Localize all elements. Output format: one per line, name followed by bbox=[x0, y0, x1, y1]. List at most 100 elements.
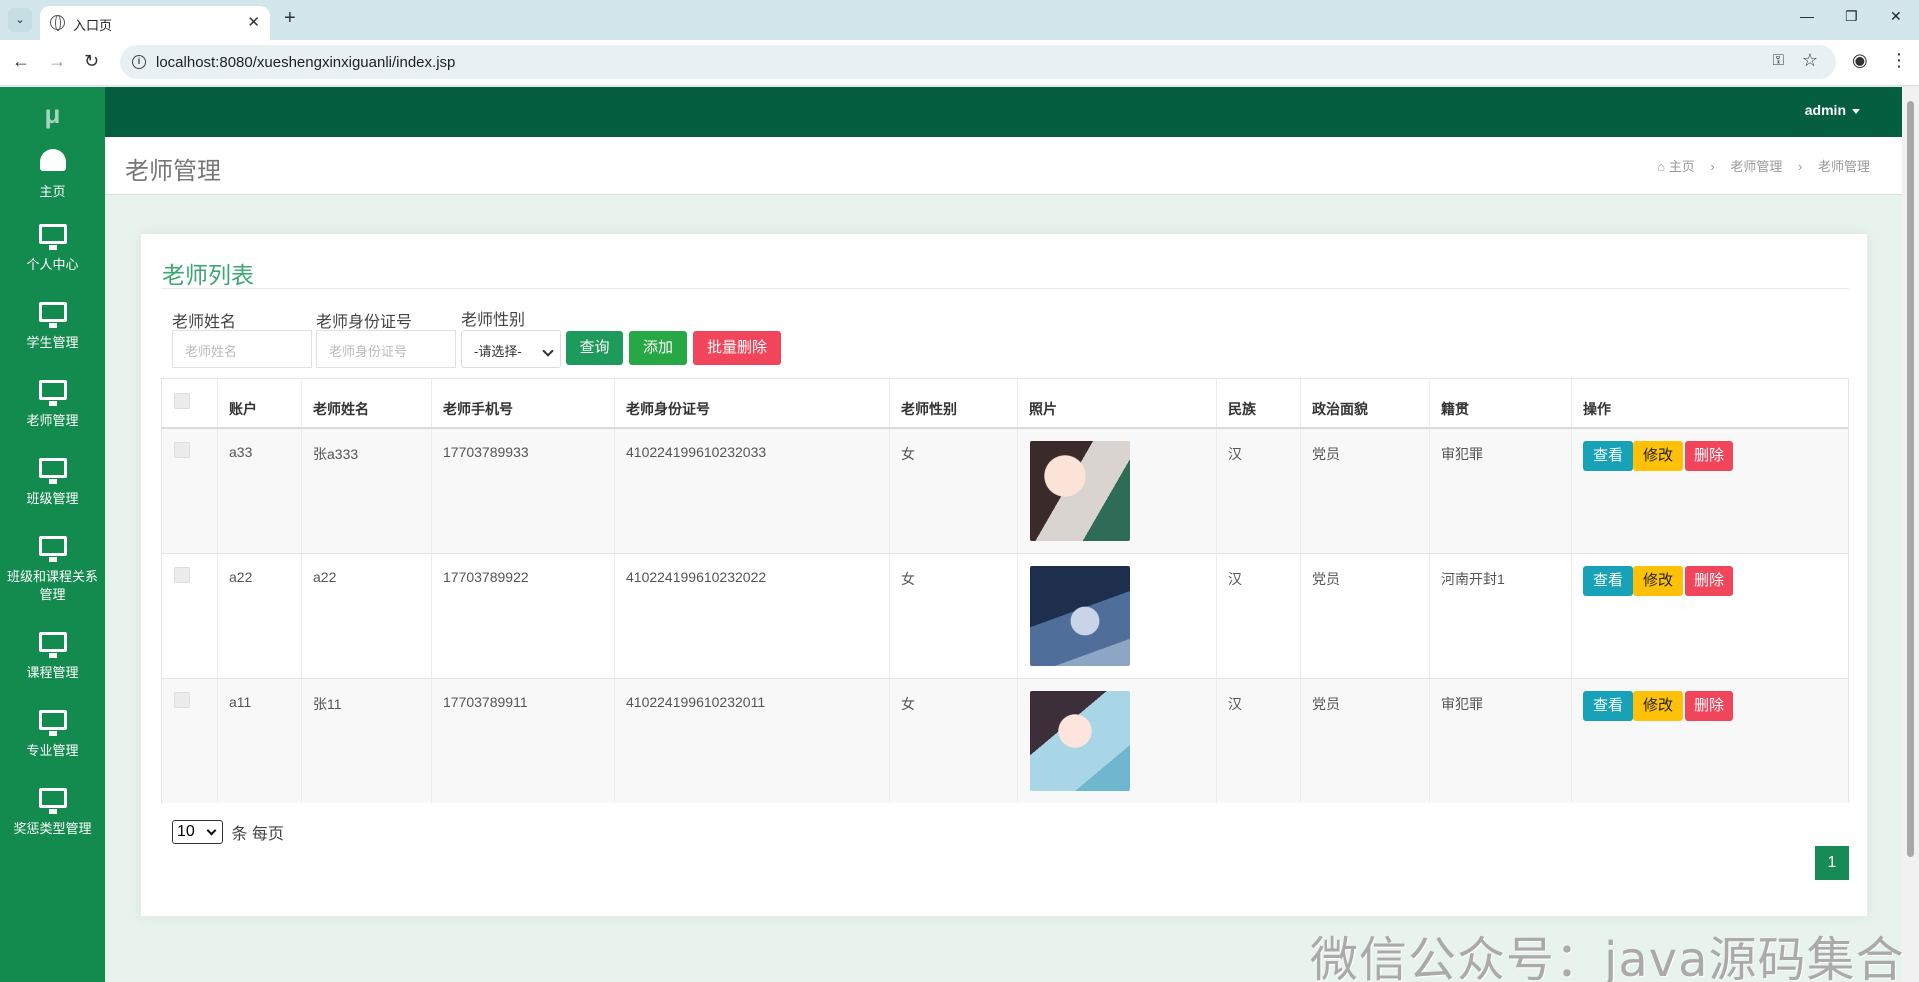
sidebar-item-classes[interactable]: 班级管理 bbox=[0, 458, 105, 508]
sidebar-item-class-course[interactable]: 班级和课程关系管理 bbox=[0, 536, 105, 604]
page-scrollbar[interactable] bbox=[1902, 87, 1919, 982]
sidebar-item-majors[interactable]: 专业管理 bbox=[0, 710, 105, 760]
cell-name: 张a333 bbox=[313, 446, 359, 462]
monitor-icon bbox=[38, 632, 67, 658]
cell-id-number: 410224199610232011 bbox=[626, 694, 766, 710]
forward-icon[interactable]: → bbox=[48, 51, 66, 72]
pagination-page-1[interactable]: 1 bbox=[1815, 846, 1849, 880]
column-divider bbox=[217, 379, 218, 802]
cell-gender: 女 bbox=[901, 571, 915, 587]
reload-icon[interactable]: ↻ bbox=[84, 51, 99, 72]
tab-search-chevron-icon[interactable]: ⌄ bbox=[8, 8, 32, 32]
breadcrumb-separator: › bbox=[1798, 159, 1803, 174]
globe-icon bbox=[50, 15, 65, 31]
sidebar-item-personal-center[interactable]: 个人中心 bbox=[0, 224, 105, 274]
select-all-checkbox[interactable] bbox=[174, 393, 190, 409]
cell-origin: 审犯罪 bbox=[1441, 696, 1483, 712]
dashboard-icon bbox=[39, 149, 66, 171]
teacher-photo bbox=[1030, 566, 1130, 666]
edit-button[interactable]: 修改 bbox=[1633, 441, 1683, 471]
cell-politics: 党员 bbox=[1312, 446, 1340, 462]
row-divider bbox=[162, 553, 1848, 554]
sidebar-item-label: 奖惩类型管理 bbox=[13, 821, 92, 836]
close-tab-icon[interactable]: ✕ bbox=[247, 13, 260, 31]
sidebar-item-label: 专业管理 bbox=[26, 743, 79, 758]
column-divider bbox=[1300, 379, 1301, 802]
cell-name: 张11 bbox=[313, 696, 342, 712]
id-filter-input[interactable]: 老师身份证号 bbox=[316, 330, 456, 368]
address-bar[interactable]: i localhost:8080/xueshengxinxiguanli/ind… bbox=[120, 45, 1836, 79]
page-size-control: 10 条 每页 bbox=[172, 820, 284, 844]
add-button[interactable]: 添加 bbox=[629, 331, 687, 365]
delete-button[interactable]: 删除 bbox=[1685, 441, 1733, 471]
sidebar-item-courses[interactable]: 课程管理 bbox=[0, 632, 105, 682]
batch-delete-button[interactable]: 批量删除 bbox=[693, 331, 781, 365]
monitor-icon bbox=[38, 380, 67, 406]
browser-tab[interactable]: 入口页 ✕ bbox=[40, 6, 270, 40]
close-window-icon[interactable]: ✕ bbox=[1890, 8, 1902, 25]
delete-button[interactable]: 删除 bbox=[1685, 566, 1733, 596]
new-tab-icon[interactable]: + bbox=[284, 7, 296, 30]
row-checkbox[interactable] bbox=[174, 567, 190, 583]
menu-kebab-icon[interactable]: ⋮ bbox=[1890, 50, 1908, 71]
bookmark-star-icon[interactable]: ☆ bbox=[1802, 50, 1818, 71]
monitor-icon bbox=[38, 536, 67, 562]
breadcrumb-home[interactable]: 主页 bbox=[1669, 159, 1695, 174]
user-menu[interactable]: admin bbox=[1805, 102, 1860, 118]
site-info-icon[interactable]: i bbox=[132, 55, 146, 69]
id-filter-label: 老师身份证号 bbox=[316, 314, 413, 331]
column-divider bbox=[431, 379, 432, 802]
row-checkbox[interactable] bbox=[174, 692, 190, 708]
name-filter-input[interactable]: 老师姓名 bbox=[172, 330, 312, 368]
edit-button[interactable]: 修改 bbox=[1633, 566, 1683, 596]
view-button[interactable]: 查看 bbox=[1583, 566, 1633, 596]
column-header: 政治面貌 bbox=[1312, 401, 1368, 417]
cell-id-number: 410224199610232022 bbox=[626, 569, 767, 585]
edit-button[interactable]: 修改 bbox=[1633, 691, 1683, 721]
cell-id-number: 410224199610232033 bbox=[626, 444, 767, 460]
watermark: 微信公众号：java源码集合 bbox=[1310, 932, 1905, 982]
cell-ethnic: 汉 bbox=[1228, 446, 1242, 462]
sidebar-item-teachers[interactable]: 老师管理 bbox=[0, 380, 105, 430]
home-icon: ⌂ bbox=[1657, 159, 1666, 174]
sidebar-item-label: 课程管理 bbox=[26, 665, 79, 680]
search-button[interactable]: 查询 bbox=[566, 331, 623, 365]
view-button[interactable]: 查看 bbox=[1583, 441, 1633, 471]
divider bbox=[161, 288, 1849, 289]
column-header: 老师姓名 bbox=[313, 401, 369, 417]
row-checkbox[interactable] bbox=[174, 442, 190, 458]
gender-filter-select[interactable]: -请选择- bbox=[461, 330, 561, 368]
top-navbar: admin bbox=[105, 87, 1902, 137]
page-header: 老师管理 ⌂ 主页 › 老师管理 › 老师管理 bbox=[105, 137, 1902, 195]
column-header: 老师性别 bbox=[901, 401, 957, 417]
cell-gender: 女 bbox=[901, 696, 915, 712]
monitor-icon bbox=[38, 224, 67, 250]
cell-origin: 审犯罪 bbox=[1441, 446, 1483, 462]
column-divider bbox=[1017, 379, 1018, 802]
page-size-select[interactable]: 10 bbox=[172, 820, 223, 844]
cell-ethnic: 汉 bbox=[1228, 696, 1242, 712]
monitor-icon bbox=[38, 710, 67, 736]
page-title: 老师管理 bbox=[125, 158, 221, 185]
gender-filter-label: 老师性别 bbox=[461, 312, 526, 329]
cell-account: a11 bbox=[229, 694, 252, 710]
profile-icon[interactable]: ◉ bbox=[1852, 50, 1868, 71]
column-divider bbox=[889, 379, 890, 802]
url-text[interactable]: localhost:8080/xueshengxinxiguanli/index… bbox=[156, 54, 455, 71]
back-icon[interactable]: ← bbox=[12, 51, 30, 72]
sidebar: μ 主页 个人中心 学生管理 老师管理 班级管理 班级和课程关系管理 课程管理 … bbox=[0, 87, 105, 982]
sidebar-item-reward-types[interactable]: 奖惩类型管理 bbox=[0, 788, 105, 838]
view-button[interactable]: 查看 bbox=[1583, 691, 1633, 721]
monitor-icon bbox=[38, 302, 67, 328]
scrollbar-thumb[interactable] bbox=[1907, 101, 1914, 857]
minimize-icon[interactable]: — bbox=[1800, 8, 1814, 24]
restore-icon[interactable]: ❐ bbox=[1845, 8, 1858, 25]
breadcrumb-item[interactable]: 老师管理 bbox=[1730, 159, 1782, 174]
sidebar-item-home[interactable]: 主页 bbox=[0, 149, 105, 201]
column-divider bbox=[1216, 379, 1217, 802]
sidebar-item-students[interactable]: 学生管理 bbox=[0, 302, 105, 352]
password-key-icon[interactable]: ⚿ bbox=[1773, 52, 1784, 69]
column-divider bbox=[301, 379, 302, 802]
breadcrumb-current: 老师管理 bbox=[1817, 159, 1870, 174]
delete-button[interactable]: 删除 bbox=[1685, 691, 1733, 721]
